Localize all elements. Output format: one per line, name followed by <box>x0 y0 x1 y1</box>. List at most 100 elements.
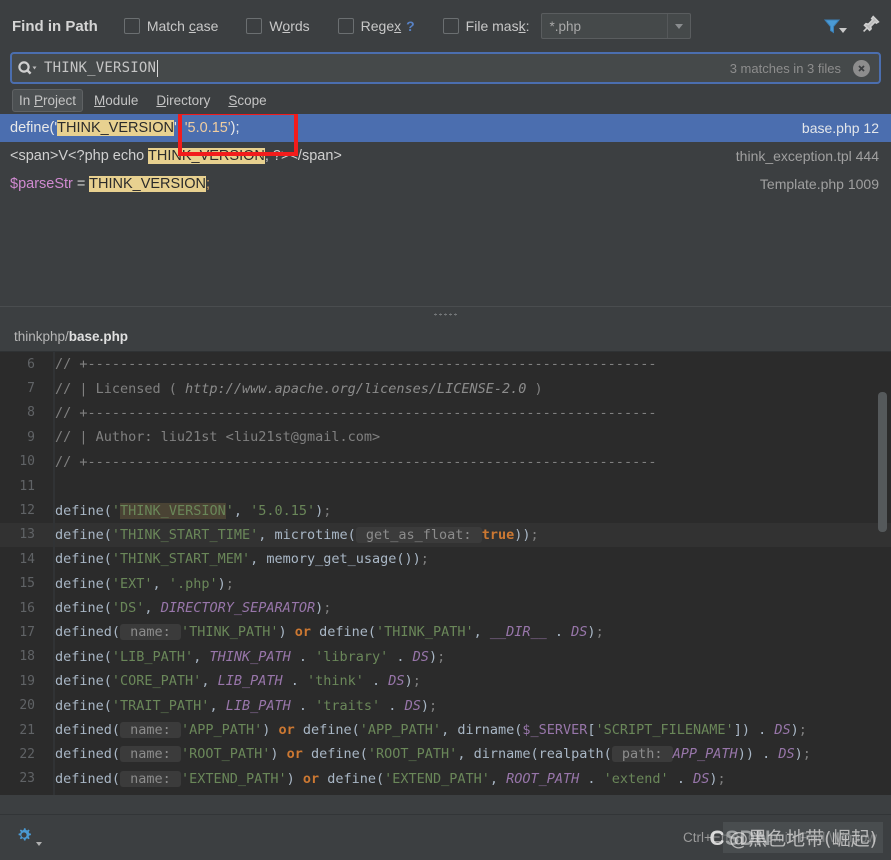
file-mask-combobox[interactable]: *.php <box>541 13 692 39</box>
code-line: 10 // +----------------------------------… <box>0 450 891 474</box>
words-checkbox[interactable]: Words <box>246 18 310 34</box>
search-result-row[interactable]: define('THINK_VERSION', '5.0.15'); base.p… <box>0 114 891 142</box>
code-token: 'think' <box>307 673 364 690</box>
code-token: , <box>144 600 161 617</box>
search-result-row[interactable]: $parseStr = THINK_VERSION; Template.php 1… <box>0 170 891 198</box>
code-preview[interactable]: 6 // +-----------------------------------… <box>0 352 891 795</box>
code-token: ) <box>217 575 226 592</box>
code-token: ; <box>798 722 807 739</box>
code-line: 12 define('THINK_VERSION', '5.0.15'); <box>0 498 891 522</box>
match-case-checkbox-box[interactable] <box>123 18 140 34</box>
code-token: ; <box>323 502 332 519</box>
code-token: THINK_PATH <box>209 648 291 665</box>
code-token: ; <box>437 648 446 665</box>
regex-help-icon[interactable]: ? <box>406 18 415 34</box>
search-result-row[interactable]: <span>V<?php echo THINK_VERSION; ?></spa… <box>0 142 891 170</box>
code-token: path: <box>611 746 673 763</box>
gutter-divider <box>53 352 55 795</box>
file-mask-dropdown-arrow[interactable] <box>667 14 690 38</box>
regex-checkbox-box[interactable] <box>337 18 354 34</box>
code-text: define('LIB_PATH', THINK_PATH . 'library… <box>44 649 445 665</box>
line-number: 8 <box>27 405 35 421</box>
code-text: define('DS', DIRECTORY_SEPARATOR); <box>44 600 331 616</box>
code-text: defined( name: 'APP_PATH') or define('AP… <box>44 722 807 739</box>
code-token: 'CORE_PATH' <box>111 673 202 690</box>
scope-tab-directory[interactable]: Directory <box>149 89 217 112</box>
code-token: ; <box>717 770 726 787</box>
words-checkbox-box[interactable] <box>246 18 263 34</box>
code-token: 'traits' <box>315 697 381 714</box>
line-number: 12 <box>19 503 35 519</box>
code-token: define( <box>319 770 385 787</box>
code-text: defined( name: 'THINK_PATH') or define('… <box>44 624 604 641</box>
match-case-label: Match case <box>146 18 219 34</box>
code-token: liu21st@gmail.com <box>233 429 372 446</box>
code-token: ) <box>286 770 303 787</box>
line-number: 13 <box>19 527 35 543</box>
code-token: ) <box>794 746 803 763</box>
code-token: . <box>579 770 604 787</box>
preview-file-name: base.php <box>68 328 129 344</box>
pin-icon[interactable] <box>861 14 881 39</box>
line-number: 19 <box>19 673 35 689</box>
regex-checkbox[interactable]: Regex ? <box>337 18 415 34</box>
search-input[interactable]: THINK_VERSION 3 matches in 3 files <box>10 52 881 84</box>
code-token: DS <box>774 722 791 739</box>
code-token: or <box>302 770 320 787</box>
code-token: , <box>489 770 507 787</box>
code-token: // | Licensed ( <box>55 380 186 397</box>
snippet-text: <span>V<?php echo <box>10 148 149 164</box>
code-token: define( <box>55 551 112 568</box>
filter-icon[interactable] <box>822 16 847 36</box>
code-token: // | Author: liu21st < <box>55 429 234 446</box>
snippet-text: $parseStr <box>10 176 73 192</box>
search-input-value[interactable]: THINK_VERSION <box>44 60 156 76</box>
gear-icon[interactable] <box>14 825 43 850</box>
code-text: define('TRAIT_PATH', LIB_PATH . 'traits'… <box>44 698 437 714</box>
preview-scrollbar[interactable] <box>878 392 887 532</box>
code-lines: 6 // +-----------------------------------… <box>0 352 891 791</box>
clear-search-icon[interactable] <box>853 59 870 77</box>
code-token: ; <box>595 624 604 641</box>
line-number: 7 <box>27 381 35 397</box>
file-mask-checkbox[interactable]: File mask: <box>442 18 529 34</box>
code-token: define( <box>302 746 368 763</box>
code-token: $_SERVER <box>522 722 588 739</box>
code-token: DIRECTORY_SEPARATOR <box>160 600 316 617</box>
code-token: 'EXTEND_PATH' <box>180 770 287 787</box>
match-case-checkbox[interactable]: Match case <box>123 18 219 34</box>
code-token: > <box>371 429 381 446</box>
snippet-text: ', <box>173 120 185 136</box>
code-token: . <box>282 673 307 690</box>
code-token: name: <box>120 770 181 787</box>
match-highlight: THINK_VERSION <box>89 176 206 192</box>
file-mask-checkbox-box[interactable] <box>442 18 459 34</box>
gear-dropdown-arrow-icon[interactable] <box>36 842 43 846</box>
snippet-text: ); <box>230 120 240 136</box>
scope-tab-module[interactable]: Module <box>87 89 145 112</box>
snippet-text: ; <box>205 176 211 192</box>
code-token: defined( <box>55 746 121 763</box>
scope-tab-in-project[interactable]: In Project <box>12 88 84 112</box>
code-token: ) <box>278 624 295 641</box>
code-token: define( <box>294 722 360 739</box>
code-token: ) <box>790 722 799 739</box>
code-token: ) <box>526 380 543 397</box>
code-token: . <box>546 624 572 641</box>
file-mask-value[interactable]: *.php <box>542 19 667 34</box>
code-token: ' <box>111 502 121 519</box>
code-token: defined( <box>55 722 121 739</box>
scope-tab-scope[interactable]: Scope <box>221 89 273 112</box>
filter-dropdown-arrow-icon[interactable] <box>839 28 847 33</box>
code-token: DS <box>778 746 795 763</box>
code-token: , dirname( <box>441 722 523 739</box>
search-results-list[interactable]: define('THINK_VERSION', '5.0.15'); base.p… <box>0 114 891 306</box>
code-line: 6 // +-----------------------------------… <box>0 352 891 376</box>
code-token: , <box>201 673 218 690</box>
code-token: 'LIB_PATH' <box>111 648 194 665</box>
preview-splitter[interactable] <box>0 306 891 321</box>
code-token: . <box>290 648 316 665</box>
code-token: ) <box>428 648 438 665</box>
code-token: define( <box>55 648 112 665</box>
search-icon[interactable] <box>12 60 44 76</box>
